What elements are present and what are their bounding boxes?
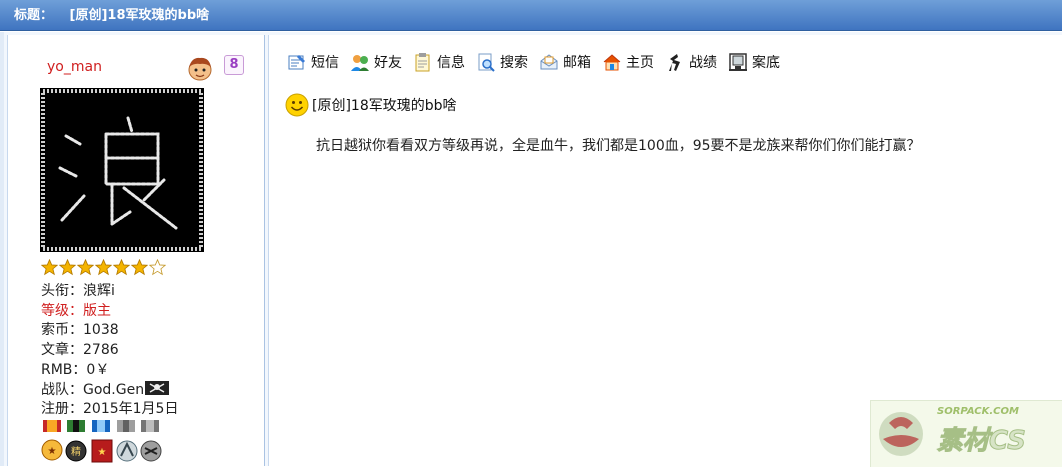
case-file-icon bbox=[729, 53, 747, 71]
user-rmb: RMB：0￥ bbox=[41, 361, 110, 378]
svg-text:★: ★ bbox=[98, 447, 107, 458]
user-team: 战队：God.Gen bbox=[41, 381, 145, 398]
medal-icon: 精 bbox=[65, 420, 87, 462]
message-icon bbox=[288, 55, 305, 70]
record-icon bbox=[669, 54, 680, 71]
home-icon bbox=[603, 54, 621, 71]
user-stats: 头衔：浪辉i 等级：版主 索币：1038 文章：2786 RMB：0￥ 战队：G… bbox=[41, 282, 178, 420]
user-registered: 注册：2015年1月5日 bbox=[41, 401, 179, 418]
post-heading: [原创]18军玫瑰的bb啥 bbox=[285, 93, 457, 117]
pirate-flag-icon bbox=[145, 380, 170, 395]
toolbar-case-file[interactable]: 案底 bbox=[728, 52, 780, 72]
search-icon bbox=[478, 53, 495, 72]
rating-stars bbox=[40, 258, 167, 277]
title-label: 标题： bbox=[14, 8, 54, 23]
user-toolbar: 短信 好友 信息 搜索 邮箱 主页 战绩 案底 bbox=[287, 52, 791, 72]
thread-title: [原创]18军玫瑰的bb啥 bbox=[69, 8, 210, 23]
post-title: [原创]18军玫瑰的bb啥 bbox=[312, 98, 457, 114]
mail-icon bbox=[540, 54, 558, 70]
watermark-logo: SORPACK.COM 素材CS bbox=[870, 400, 1062, 467]
star-icon bbox=[76, 258, 95, 276]
friends-icon bbox=[351, 55, 369, 71]
medal-icon: ★ bbox=[41, 420, 63, 461]
user-articles: 文章：2786 bbox=[41, 342, 119, 359]
svg-text:精: 精 bbox=[71, 445, 81, 458]
gender-icon: 8 bbox=[224, 55, 244, 75]
smiley-icon bbox=[285, 93, 309, 117]
toolbar-search[interactable]: 搜索 bbox=[476, 52, 528, 72]
star-icon bbox=[40, 258, 59, 276]
user-panel: yo_man 8 头衔：浪辉i 等级：版主 索币：1038 文章：2786 RM… bbox=[7, 35, 265, 466]
star-icon bbox=[94, 258, 113, 276]
toolbar-message[interactable]: 短信 bbox=[287, 52, 339, 72]
toolbar-record[interactable]: 战绩 bbox=[665, 52, 717, 72]
avatar[interactable] bbox=[40, 88, 204, 252]
toolbar-home[interactable]: 主页 bbox=[602, 52, 654, 72]
post-body: 抗日越狱你看看双方等级再说，全是血牛，我们都是100血，95要不是龙族来帮你们你… bbox=[316, 138, 921, 154]
toolbar-friends[interactable]: 好友 bbox=[350, 52, 402, 72]
face-icon bbox=[188, 57, 212, 81]
svg-text:SORPACK.COM: SORPACK.COM bbox=[937, 406, 1019, 417]
svg-text:★: ★ bbox=[48, 446, 57, 457]
medal-icon bbox=[116, 420, 138, 462]
user-coins: 索币：1038 bbox=[41, 322, 119, 339]
medal-icon: ★ bbox=[91, 420, 113, 463]
medal-icon bbox=[140, 420, 162, 462]
info-icon bbox=[415, 53, 430, 72]
star-icon bbox=[130, 258, 149, 276]
user-team-row: 战队：God.Gen bbox=[41, 380, 178, 401]
star-empty-icon bbox=[148, 258, 167, 276]
star-icon bbox=[58, 258, 77, 276]
svg-text:素材CS: 素材CS bbox=[937, 426, 1026, 456]
title-bar: 标题： [原创]18军玫瑰的bb啥 bbox=[0, 0, 1062, 31]
medals: ★ 精 ★ bbox=[41, 420, 181, 466]
username-link[interactable]: yo_man bbox=[47, 59, 102, 75]
star-icon bbox=[112, 258, 131, 276]
toolbar-info[interactable]: 信息 bbox=[413, 52, 465, 72]
toolbar-mail[interactable]: 邮箱 bbox=[539, 52, 591, 72]
user-title: 头衔：浪辉i bbox=[41, 283, 115, 299]
user-level: 等级：版主 bbox=[41, 302, 111, 319]
